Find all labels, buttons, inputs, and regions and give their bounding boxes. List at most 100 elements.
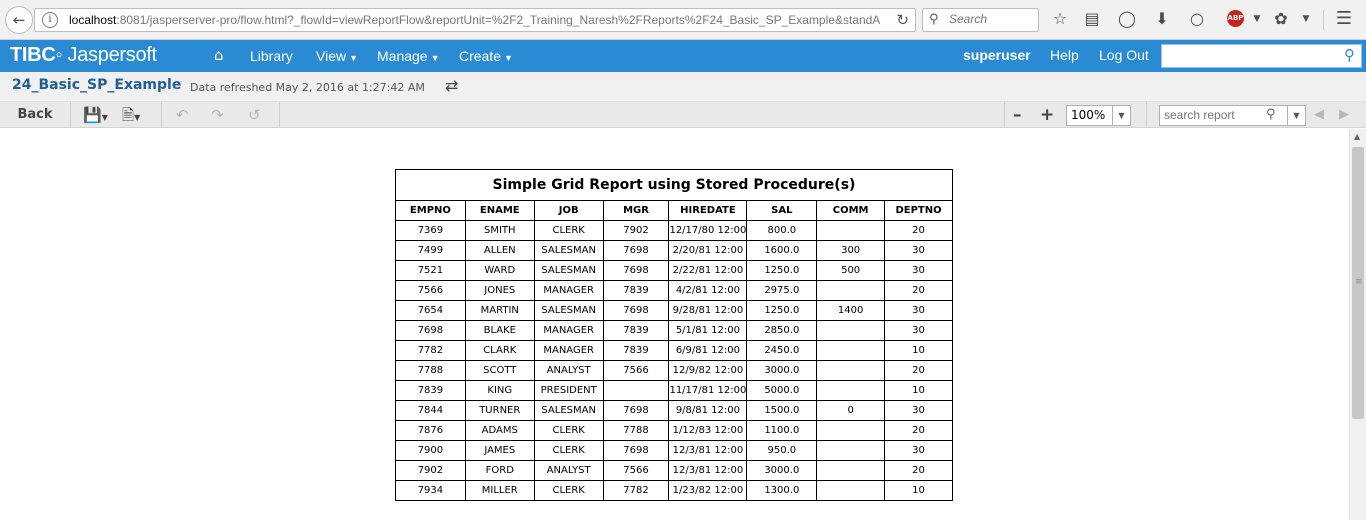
table-cell: 7698 — [602, 400, 670, 421]
url-path: :8081/jasperserver-pro/flow.html?_flowId… — [116, 13, 881, 27]
table-cell: 7698 — [602, 440, 670, 461]
table-cell: 1/12/83 12:00 — [668, 420, 748, 441]
site-info-icon[interactable]: i — [42, 12, 58, 28]
extension-dropdown-icon[interactable]: ▼ — [1295, 8, 1317, 30]
table-cell: CLERK — [533, 220, 604, 241]
back-button[interactable]: Back — [0, 102, 71, 128]
report-table: Simple Grid Report using Stored Procedur… — [395, 169, 953, 501]
table-cell: 30 — [884, 400, 953, 421]
menu-manage[interactable]: Manage ▼ — [377, 48, 440, 64]
save-icon[interactable]: 💾▼ — [83, 105, 108, 125]
table-cell: SALESMAN — [533, 240, 604, 261]
table-cell: 30 — [884, 320, 953, 341]
table-cell: ANALYST — [533, 460, 604, 481]
table-cell: 4/2/81 12:00 — [668, 280, 748, 301]
browser-search-input[interactable] — [949, 12, 1035, 26]
table-row: 7782 CLARK MANAGER 7839 6/9/81 12:00 2450.0 10 — [395, 340, 953, 361]
table-cell: 0 — [816, 400, 886, 421]
url-text[interactable]: localhost:8081/jasperserver-pro/flow.htm… — [69, 13, 884, 27]
browser-toolbar: ← i localhost:8081/jasperserver-pro/flow… — [0, 0, 1366, 40]
adblock-dropdown-icon[interactable]: ▼ — [1246, 8, 1268, 30]
table-cell — [816, 380, 886, 401]
table-cell: TURNER — [464, 400, 535, 421]
browser-back-button[interactable]: ← — [5, 6, 33, 34]
table-cell: 1250.0 — [746, 300, 818, 321]
table-cell: 7902 — [395, 460, 466, 481]
zoom-select[interactable]: 100% ▼ — [1066, 105, 1131, 126]
table-cell: 800.0 — [746, 220, 818, 241]
column-header: DEPTNO — [884, 200, 953, 221]
table-cell: CLERK — [533, 480, 604, 501]
toolbar-divider — [1004, 102, 1005, 128]
pocket-icon[interactable]: ◯ — [1116, 8, 1138, 30]
hamburger-menu-icon[interactable]: ☰ — [1333, 8, 1355, 30]
browser-search-box[interactable]: ⚲ — [922, 8, 1039, 32]
report-search-input[interactable] — [1164, 108, 1264, 122]
menu-view[interactable]: View ▼ — [316, 48, 358, 64]
redo-icon[interactable]: ↷ — [211, 105, 224, 125]
address-bar[interactable]: i localhost:8081/jasperserver-pro/flow.h… — [34, 8, 916, 32]
reading-list-icon[interactable]: ▤ — [1081, 8, 1103, 30]
table-cell: SCOTT — [464, 360, 535, 381]
adblock-icon[interactable]: ABP — [1227, 10, 1244, 27]
table-cell: 7654 — [395, 300, 466, 321]
url-host: localhost — [69, 13, 117, 27]
report-caption-row: Simple Grid Report using Stored Procedur… — [395, 169, 953, 201]
table-cell: 2850.0 — [746, 320, 818, 341]
global-search-box[interactable]: ⚲ — [1161, 44, 1362, 68]
table-cell: 10 — [884, 480, 953, 501]
table-row: 7788 SCOTT ANALYST 7566 12/9/82 12:00 3000.0 2… — [395, 360, 953, 381]
table-cell: 2/22/81 12:00 — [668, 260, 748, 281]
next-match-icon[interactable]: ▶ — [1339, 105, 1349, 125]
table-row: 7654 MARTIN SALESMAN 7698 9/28/81 12:00 1250.… — [395, 300, 953, 321]
data-refreshed-text: Data refreshed May 2, 2016 at 1:27:42 AM — [190, 81, 425, 94]
undo-all-icon[interactable]: ↺ — [248, 105, 261, 125]
table-cell: ADAMS — [464, 420, 535, 441]
table-cell: 10 — [884, 380, 953, 401]
chevron-down-icon[interactable]: ▼ — [1287, 106, 1305, 125]
table-cell: 1/23/82 12:00 — [668, 480, 748, 501]
table-cell: 7844 — [395, 400, 466, 421]
table-cell — [816, 480, 886, 501]
extension-bug-icon[interactable]: ✿ — [1270, 8, 1292, 30]
table-cell: 1100.0 — [746, 420, 818, 441]
reload-icon[interactable]: ↻ — [896, 11, 909, 29]
download-icon[interactable]: ⬇ — [1151, 8, 1173, 30]
column-header: COMM — [816, 200, 886, 221]
table-cell: 1600.0 — [746, 240, 818, 261]
tibco-jaspersoft-logo[interactable]: TIBC◦ Jaspersoft — [10, 44, 157, 67]
table-cell: 1400 — [816, 300, 886, 321]
help-link[interactable]: Help — [1050, 47, 1079, 63]
report-search-box[interactable]: ⚲ ▼ — [1159, 105, 1306, 126]
menu-library[interactable]: Library — [250, 48, 293, 64]
zoom-in-icon[interactable]: + — [1040, 105, 1054, 125]
report-caption: Simple Grid Report using Stored Procedur… — [395, 169, 953, 201]
export-icon[interactable]: 🗎▼ — [122, 105, 140, 125]
global-search-input[interactable] — [1166, 48, 1334, 62]
chevron-down-icon[interactable]: ▼ — [1112, 106, 1130, 125]
vertical-scrollbar[interactable]: ▲ ≡ — [1349, 129, 1366, 520]
table-cell: 7369 — [395, 220, 466, 241]
scroll-thumb[interactable]: ≡ — [1352, 147, 1364, 419]
search-icon[interactable]: ⚲ — [1344, 46, 1355, 64]
table-cell: ANALYST — [533, 360, 604, 381]
home-icon[interactable]: ⌂ — [214, 46, 224, 64]
scroll-up-icon[interactable]: ▲ — [1354, 132, 1360, 141]
current-user[interactable]: superuser — [963, 47, 1031, 63]
search-icon[interactable]: ⚲ — [1266, 107, 1276, 122]
logout-link[interactable]: Log Out — [1099, 47, 1149, 63]
chat-bubble-icon[interactable]: ○ — [1186, 8, 1208, 30]
zoom-out-icon[interactable]: – — [1013, 105, 1022, 125]
table-cell: 7788 — [395, 360, 466, 381]
bookmark-star-icon[interactable]: ☆ — [1049, 8, 1071, 30]
undo-icon[interactable]: ↶ — [176, 105, 189, 125]
refresh-icon[interactable]: ⇄ — [445, 76, 458, 95]
table-cell: 5000.0 — [746, 380, 818, 401]
menu-create[interactable]: Create ▼ — [459, 48, 513, 64]
previous-match-icon[interactable]: ◀ — [1314, 105, 1324, 125]
table-cell: ALLEN — [464, 240, 535, 261]
table-cell: 30 — [884, 440, 953, 461]
column-header: HIREDATE — [668, 200, 748, 221]
column-header: SAL — [746, 200, 818, 221]
toolbar-divider — [1323, 10, 1324, 30]
